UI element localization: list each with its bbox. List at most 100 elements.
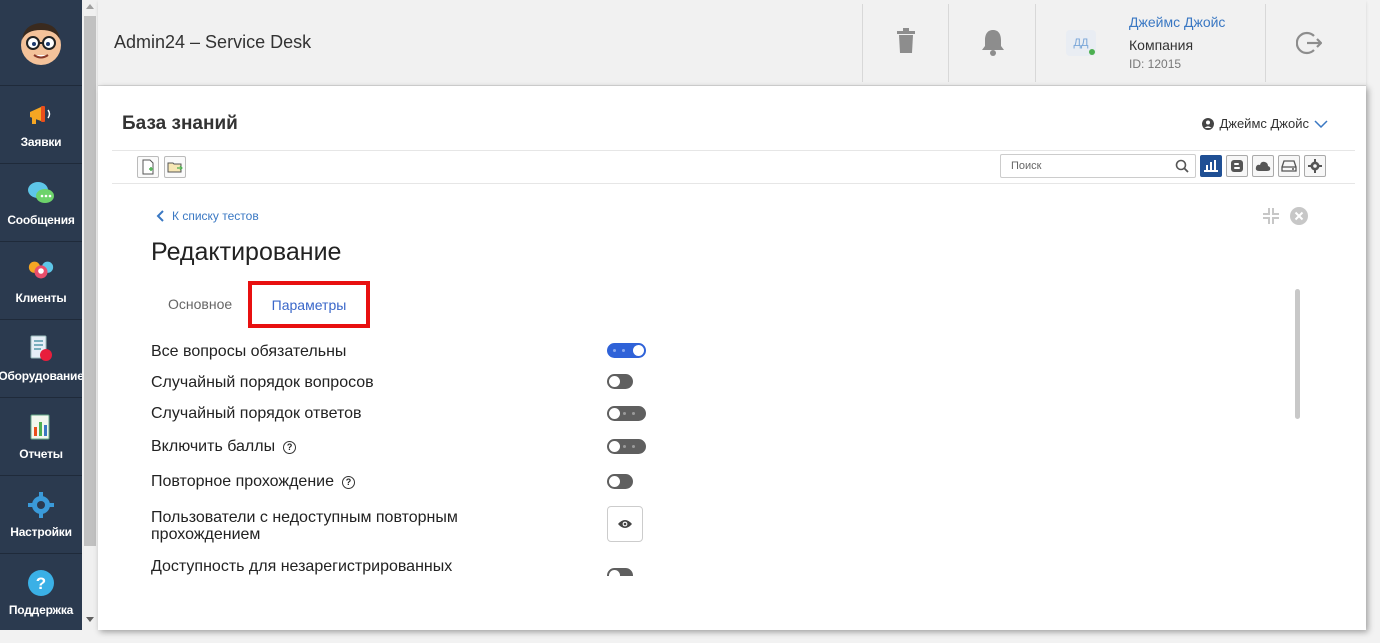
sidebar-item-reports[interactable]: Отчеты	[0, 398, 82, 476]
cloud-icon	[1255, 161, 1271, 171]
user-circle-icon	[1202, 117, 1215, 130]
cloud-button[interactable]	[1252, 155, 1274, 177]
gear-icon	[27, 491, 55, 519]
header-divider	[1265, 4, 1266, 82]
setting-row-all-required: Все вопросы обязательны	[151, 343, 346, 361]
bell-icon[interactable]	[980, 28, 1006, 61]
chart-icon	[1204, 160, 1218, 172]
setting-label: Повторное прохождение	[151, 473, 334, 490]
mascot-logo-icon	[21, 22, 61, 65]
open-folder-button[interactable]	[164, 156, 186, 178]
help-icon: ?	[27, 569, 55, 597]
setting-label: Все вопросы обязательны	[151, 343, 347, 360]
toggle-knob	[633, 345, 644, 356]
sidebar-item-label: Клиенты	[15, 290, 67, 305]
search-icon[interactable]	[1175, 159, 1189, 173]
tab-basic[interactable]: Основное	[168, 296, 232, 312]
gear-icon	[1308, 159, 1322, 173]
avatar[interactable]: ДД	[1066, 30, 1096, 56]
header-divider	[1035, 4, 1036, 82]
online-status-icon	[1089, 49, 1095, 55]
sidebar-item-label: Сообщения	[7, 212, 75, 227]
header-divider	[948, 4, 949, 82]
setting-row-random-questions: Случайный порядок вопросов	[151, 374, 374, 392]
back-to-tests-link[interactable]: К списку тестов	[156, 209, 259, 223]
toggle-knob	[609, 476, 620, 487]
toggle-random-answers[interactable]	[607, 406, 646, 421]
drive-button[interactable]	[1278, 155, 1300, 177]
equipment-icon	[27, 335, 55, 363]
scroll-down-arrow-icon[interactable]	[86, 617, 94, 622]
blog-icon	[1231, 160, 1243, 172]
scroll-thumb[interactable]	[84, 16, 96, 546]
setting-row-no-retake-users: Пользователи с недоступным повторным про…	[151, 509, 511, 543]
megaphone-icon	[27, 101, 55, 129]
report-icon	[27, 413, 55, 441]
sidebar-item-support[interactable]: ? Поддержка	[0, 554, 82, 632]
svg-text:?: ?	[36, 574, 46, 593]
sidebar-item-label: Отчеты	[19, 446, 63, 461]
setting-label: Пользователи с недоступным повторным про…	[151, 509, 458, 543]
header-divider	[862, 4, 863, 82]
sidebar-item-requests[interactable]: Заявки	[0, 86, 82, 164]
chevron-left-icon	[156, 210, 164, 222]
logo[interactable]	[0, 0, 82, 86]
collapse-icon[interactable]	[1262, 207, 1280, 225]
new-file-button[interactable]	[137, 156, 159, 178]
scroll-up-arrow-icon[interactable]	[86, 4, 94, 9]
toggle-track-dots	[613, 349, 631, 352]
content-scrollbar-thumb[interactable]	[1295, 289, 1300, 419]
blogger-button[interactable]	[1226, 155, 1248, 177]
page-scrollbar[interactable]	[82, 0, 98, 630]
page-title: База знаний	[122, 113, 238, 134]
sidebar: Заявки Сообщения Клиенты Оборудование От…	[0, 0, 84, 632]
toggle-enable-scores[interactable]	[607, 439, 646, 454]
sidebar-item-label: Поддержка	[8, 603, 74, 617]
user-name-link[interactable]: Джеймс Джойс	[1129, 14, 1225, 30]
sidebar-item-settings[interactable]: Настройки	[0, 476, 82, 554]
toggle-retake[interactable]	[607, 474, 633, 489]
toggle-track-dots	[623, 445, 641, 448]
divider	[112, 183, 1355, 184]
toggle-all-required[interactable]	[607, 343, 646, 358]
hard-drive-icon	[1281, 160, 1297, 172]
author-dropdown[interactable]: Джеймс Джойс	[1202, 116, 1328, 131]
sidebar-item-clients[interactable]: Клиенты	[0, 242, 82, 320]
toggle-random-questions[interactable]	[607, 374, 633, 389]
setting-label: Случайный порядок ответов	[151, 405, 362, 422]
toggle-unregistered[interactable]	[607, 568, 633, 576]
panel-controls	[1262, 207, 1308, 225]
sidebar-item-label: Настройки	[10, 524, 72, 539]
setting-label: Доступность для незарегистрированных	[151, 558, 453, 575]
sidebar-item-label: Оборудование	[0, 368, 84, 383]
clipped-row: Доступность для незарегистрированных	[138, 556, 738, 576]
chart-view-button[interactable]	[1200, 155, 1222, 177]
divider	[112, 150, 1355, 151]
help-question-icon[interactable]: ?	[283, 440, 297, 454]
new-file-icon	[142, 159, 154, 175]
app-title: Admin24 – Service Desk	[114, 32, 312, 52]
close-icon[interactable]	[1290, 207, 1308, 225]
user-company: Компания	[1129, 37, 1194, 53]
tab-parameters-label: Параметры	[271, 296, 347, 313]
clients-icon	[27, 257, 55, 285]
toggle-knob	[609, 570, 620, 576]
folder-icon	[167, 162, 183, 173]
trash-icon[interactable]	[896, 28, 916, 59]
search-input[interactable]	[1001, 155, 1161, 177]
logout-icon[interactable]	[1295, 30, 1323, 61]
tab-parameters[interactable]: Параметры	[248, 281, 370, 328]
help-question-icon[interactable]: ?	[342, 475, 355, 489]
settings-button[interactable]	[1304, 155, 1326, 177]
back-link-label: К списку тестов	[172, 209, 259, 223]
view-users-button[interactable]	[607, 506, 643, 542]
setting-row-retake: Повторное прохождение ?	[151, 473, 355, 491]
setting-label: Включить баллы	[151, 438, 276, 455]
toggle-knob	[609, 408, 620, 419]
app-root: Заявки Сообщения Клиенты Оборудование От…	[0, 0, 1380, 643]
toggle-knob	[609, 376, 620, 387]
search-box[interactable]	[1000, 154, 1196, 178]
sidebar-item-messages[interactable]: Сообщения	[0, 164, 82, 242]
edit-title: Редактирование	[151, 238, 342, 266]
sidebar-item-equipment[interactable]: Оборудование	[0, 320, 84, 398]
